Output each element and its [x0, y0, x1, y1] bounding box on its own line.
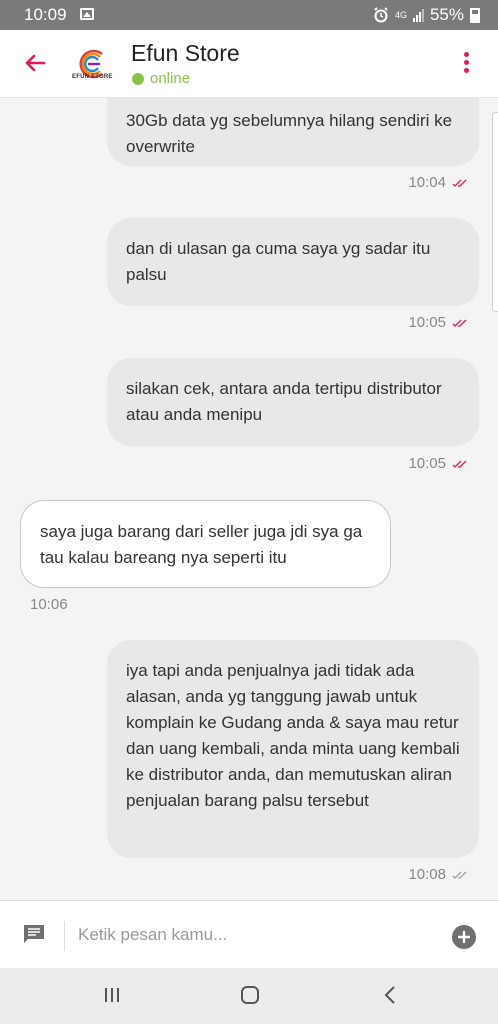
chat-screen: 10:09 4G 55% EFUN STORE Efun Store onlin…	[0, 0, 498, 1024]
message-meta: 10:05	[408, 314, 468, 331]
message-meta: 10:08	[408, 866, 468, 883]
message-bubble[interactable]: saya juga barang dari seller juga jdi sy…	[20, 500, 391, 588]
logo-text: EFUN STORE	[72, 74, 113, 80]
network-type: 4G	[394, 9, 407, 20]
message-time: 10:06	[30, 596, 68, 613]
alarm-icon	[374, 7, 388, 23]
online-status: online	[150, 70, 191, 87]
message-input[interactable]	[78, 919, 428, 951]
message-meta: 10:05	[408, 455, 468, 472]
message-text: saya juga barang dari seller juga jdi sy…	[40, 522, 363, 567]
read-receipt-icon	[452, 460, 467, 468]
message-time: 10:08	[408, 866, 446, 883]
nav-back-icon[interactable]	[382, 984, 398, 1006]
gallery-icon	[80, 8, 94, 20]
battery-level: 55%	[429, 5, 464, 24]
chat-header: EFUN STORE Efun Store online	[0, 30, 498, 98]
message-text: dan di ulasan ga cuma saya yg sadar itu …	[126, 239, 431, 284]
battery-icon	[470, 7, 480, 23]
message-time: 10:05	[408, 455, 446, 472]
message-list[interactable]: 30Gb data yg sebelumnya hilang sendiri k…	[0, 98, 498, 900]
system-nav-bar	[0, 968, 498, 1024]
composer	[0, 900, 498, 968]
message-text: silakan cek, antara anda tertipu distrib…	[126, 379, 442, 424]
message-bubble[interactable]: dan di ulasan ga cuma saya yg sadar itu …	[107, 218, 479, 306]
delivered-receipt-icon	[452, 871, 467, 879]
template-message-icon[interactable]	[22, 923, 46, 945]
scrollbar[interactable]	[492, 112, 498, 312]
back-arrow-icon[interactable]	[20, 48, 50, 78]
signal-icon	[412, 8, 424, 22]
read-receipt-icon	[452, 179, 467, 187]
message-text: 30Gb data yg sebelumnya hilang sendiri k…	[126, 111, 453, 156]
more-vert-icon[interactable]	[462, 52, 470, 76]
message-meta: 10:04	[408, 174, 468, 191]
message-meta: 10:06	[30, 596, 68, 613]
message-bubble[interactable]: 30Gb data yg sebelumnya hilang sendiri k…	[107, 98, 479, 166]
add-attachment-icon[interactable]	[452, 925, 476, 949]
message-time: 10:05	[408, 314, 446, 331]
message-bubble[interactable]: silakan cek, antara anda tertipu distrib…	[107, 358, 479, 446]
status-bar: 10:09 4G 55%	[0, 0, 498, 30]
online-indicator-icon	[132, 73, 144, 85]
status-time: 10:09	[24, 5, 67, 24]
message-bubble[interactable]: iya tapi anda penjualnya jadi tidak ada …	[107, 640, 479, 858]
read-receipt-icon	[452, 319, 467, 327]
message-time: 10:04	[408, 174, 446, 191]
home-icon[interactable]	[240, 986, 260, 1004]
recent-apps-icon[interactable]	[103, 986, 121, 1004]
message-text: iya tapi anda penjualnya jadi tidak ada …	[126, 661, 460, 810]
composer-divider	[64, 921, 65, 951]
store-name[interactable]: Efun Store	[131, 40, 240, 67]
